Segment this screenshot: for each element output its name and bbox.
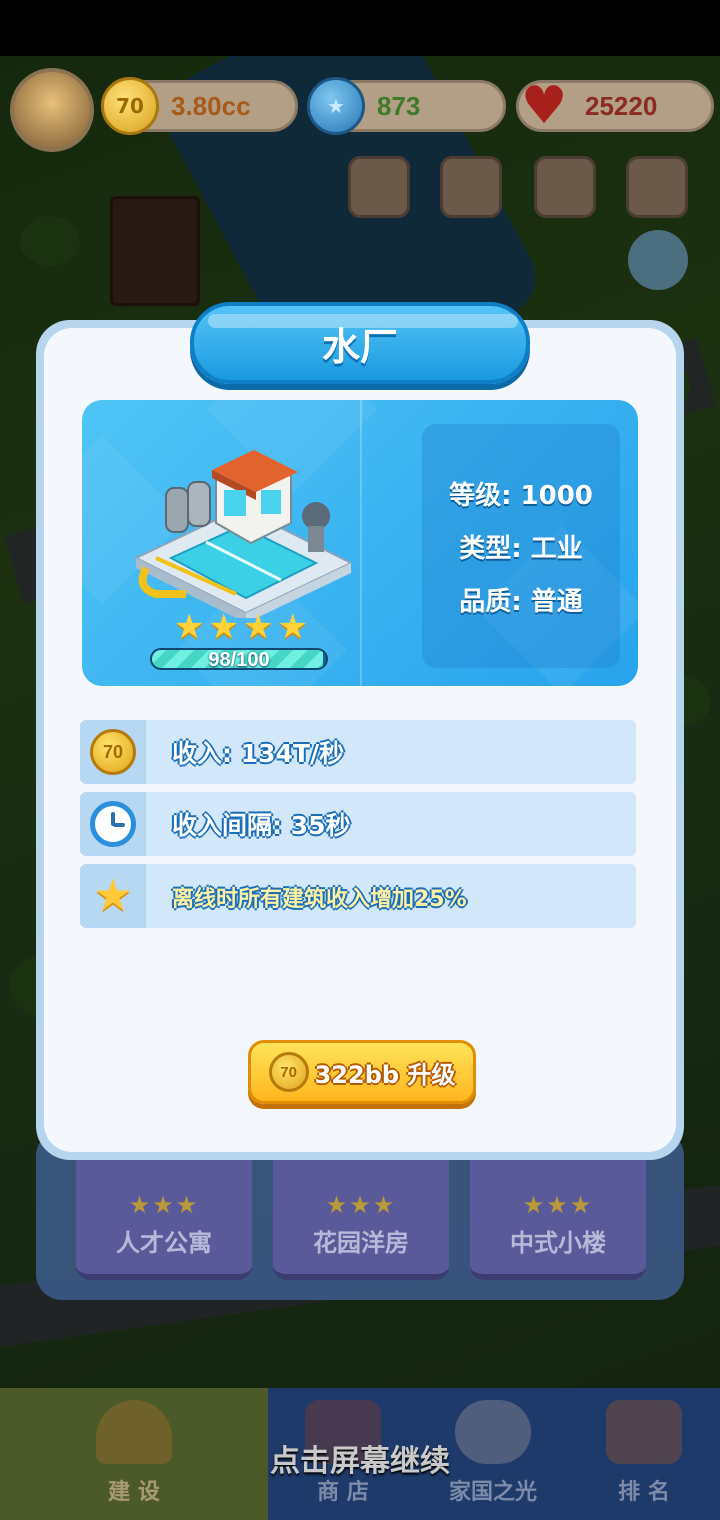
- clock-icon: [90, 801, 136, 847]
- tap-to-continue-hint[interactable]: 点击屏幕继续: [0, 1436, 720, 1480]
- panel-title-tab: 水厂: [190, 302, 530, 384]
- star-counter[interactable]: ★ 873: [307, 77, 506, 135]
- card-name: 人才公寓: [116, 1229, 212, 1257]
- heart-icon: ♥: [520, 76, 568, 136]
- star-icon: ★: [307, 77, 365, 135]
- coin-value: 3.80cc: [171, 91, 251, 121]
- star-icon: ★: [174, 607, 205, 647]
- heart-value: 25220: [585, 91, 658, 121]
- card-stars: ★★★: [522, 1191, 594, 1219]
- interval-text: 收入间隔: 35秒: [172, 811, 351, 840]
- upgrade-label: 322bb 升级: [314, 1060, 456, 1089]
- level-stat: 等级: 1000: [449, 480, 593, 511]
- offline-bonus-row: ★ 离线时所有建筑收入增加25%: [80, 864, 636, 928]
- coin-counter[interactable]: 70 3.80cc: [101, 77, 298, 135]
- star-icon: ★: [277, 607, 308, 647]
- card-name: 中式小楼: [510, 1229, 606, 1257]
- income-text: 收入: 134T/秒: [172, 739, 345, 768]
- card-stars: ★★★: [325, 1191, 397, 1219]
- card-stars: ★★★: [128, 1191, 200, 1219]
- status-bar: [0, 0, 720, 56]
- build-card[interactable]: ★★★ 花园洋房: [273, 1140, 449, 1280]
- people-button[interactable]: [626, 156, 688, 218]
- build-card[interactable]: ★★★ 中式小楼: [470, 1140, 646, 1280]
- type-stat: 类型: 工业: [459, 533, 583, 564]
- progress-text: 98/100: [208, 649, 270, 670]
- offline-bonus-text: 离线时所有建筑收入增加25%: [172, 887, 467, 912]
- coin-icon: 70: [101, 77, 159, 135]
- avatar[interactable]: [10, 68, 94, 152]
- upgrade-button[interactable]: 70 322bb 升级: [248, 1040, 476, 1104]
- card-name: 花园洋房: [313, 1229, 409, 1257]
- build-card[interactable]: ★★★ 人才公寓: [76, 1140, 252, 1280]
- coin-icon: 70: [90, 729, 136, 775]
- handshake-button[interactable]: [440, 156, 502, 218]
- quality-stat: 品质: 普通: [459, 586, 583, 617]
- building-info-box: ★ ★ ★ ★ 98/100 等级: 1000 类型: 工业 品质: 普通: [82, 400, 638, 686]
- star-icon: ★: [243, 607, 274, 647]
- income-row: 70 收入: 134T/秒: [80, 720, 636, 784]
- star-icon: ★: [93, 870, 133, 921]
- panel-title: 水厂: [321, 324, 398, 369]
- event-70-button[interactable]: [348, 156, 410, 218]
- rocket-button[interactable]: [534, 156, 596, 218]
- megaphone-button[interactable]: [628, 230, 688, 290]
- building-stats: 等级: 1000 类型: 工业 品质: 普通: [422, 424, 620, 668]
- star-icon: ★: [208, 607, 239, 647]
- star-progress-bar: 98/100: [150, 648, 328, 670]
- star-value: 873: [377, 91, 421, 121]
- coin-icon: 70: [268, 1052, 309, 1092]
- heart-counter[interactable]: ♥ 25220: [516, 76, 714, 136]
- building-stars: ★ ★ ★ ★: [166, 610, 316, 644]
- interval-row: 收入间隔: 35秒: [80, 792, 636, 856]
- water-plant-illustration: [133, 450, 354, 618]
